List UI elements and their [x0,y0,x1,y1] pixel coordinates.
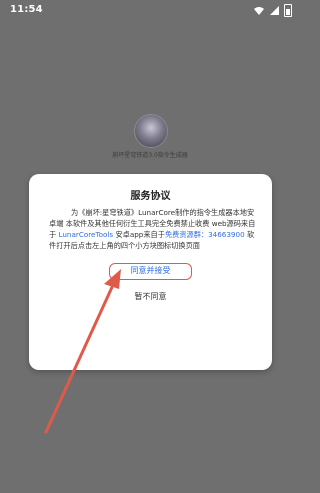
body-text-2: 安卓app来自于 [113,230,165,239]
decline-button[interactable]: 暂不同意 [29,291,272,302]
free-resource-group-link[interactable]: 免费资源群：34663900 [165,230,245,239]
dialog-body: 为《崩坏:星穹铁道》LunarCore制作的指令生成器本地安卓端 本软件及其他任… [49,207,259,251]
lunarcoretools-link[interactable]: LunarCoreTools [58,230,113,239]
dialog-title: 服务协议 [130,191,171,202]
service-agreement-dialog: 服务协议 为《崩坏:星穹铁道》LunarCore制作的指令生成器本地安卓端 本软… [29,174,272,370]
accept-button[interactable]: 同意并接受 [109,263,192,280]
